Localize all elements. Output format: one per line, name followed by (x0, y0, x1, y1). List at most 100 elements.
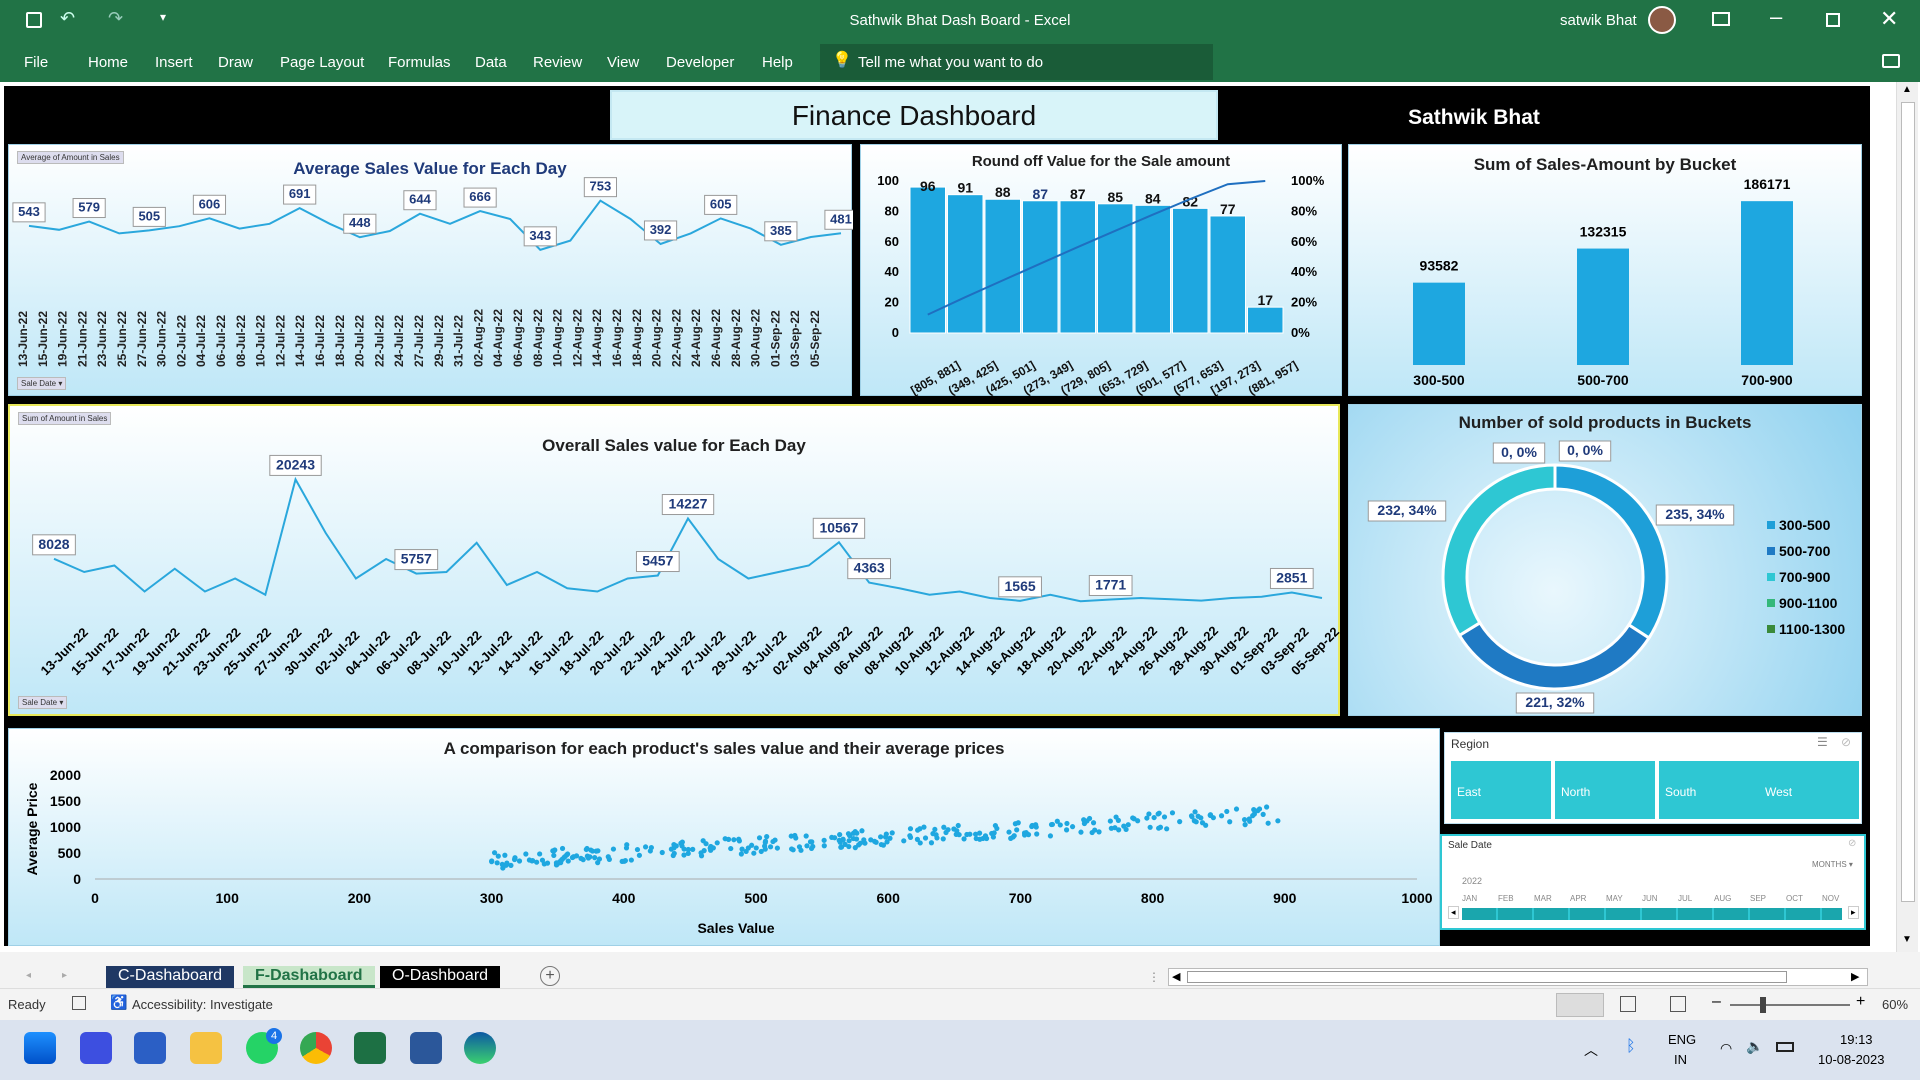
user-name[interactable]: satwik Bhat (1560, 12, 1637, 29)
clear-filter-icon[interactable]: ⊘ (1848, 838, 1856, 849)
tab-data[interactable]: Data (475, 54, 507, 71)
macro-record-icon[interactable] (72, 996, 86, 1010)
wifi-icon[interactable]: ◠ (1720, 1040, 1732, 1057)
scatter-chart[interactable]: A comparison for each product's sales va… (8, 728, 1440, 946)
timeline-month[interactable]: SEP (1750, 894, 1766, 903)
tab-developer[interactable]: Developer (666, 54, 734, 71)
edge-icon[interactable] (464, 1032, 496, 1064)
tab-view[interactable]: View (607, 54, 639, 71)
timeline-month[interactable]: NOV (1822, 894, 1839, 903)
volume-icon[interactable]: 🔈 (1746, 1038, 1763, 1055)
zoom-in-icon[interactable]: + (1856, 993, 1865, 1011)
page-break-view-icon[interactable] (1670, 996, 1686, 1012)
minimize-icon[interactable]: – (1770, 4, 1782, 30)
tab-review[interactable]: Review (533, 54, 582, 71)
horizontal-scrollbar[interactable]: ◀ ▶ (1168, 968, 1868, 986)
file-explorer-icon[interactable] (190, 1032, 222, 1064)
tab-draw[interactable]: Draw (218, 54, 253, 71)
store-icon[interactable] (134, 1032, 166, 1064)
vertical-scrollbar[interactable]: ▲ ▼ (1896, 82, 1918, 952)
scroll-right-icon[interactable]: ▸ (1848, 906, 1859, 919)
avatar[interactable] (1648, 6, 1676, 34)
slicer-item-south[interactable]: South (1659, 761, 1759, 819)
scatter-point (753, 845, 759, 851)
scroll-right-icon[interactable]: ▶ (1851, 970, 1859, 983)
date-timeline[interactable]: Sale Date ⊘ MONTHS ▾ 2022 JAN FEB MAR APR MA… (1440, 834, 1866, 930)
scroll-thumb[interactable] (1901, 102, 1915, 902)
timeline-level[interactable]: MONTHS ▾ (1812, 860, 1853, 869)
chevron-up-icon[interactable]: ︿ (1584, 1040, 1598, 1060)
timeline-month[interactable]: JUL (1678, 894, 1692, 903)
tab-help[interactable]: Help (762, 54, 793, 71)
tab-split-handle[interactable]: ⋮ (1148, 970, 1160, 984)
data-label: 88 (995, 184, 1011, 200)
comments-icon[interactable] (1882, 54, 1900, 68)
accessibility-status[interactable]: Accessibility: Investigate (132, 997, 273, 1012)
axis-field-button[interactable]: Sale Date ▾ (18, 696, 68, 709)
scroll-thumb[interactable] (1187, 971, 1787, 983)
timeline-month[interactable]: AUG (1714, 894, 1731, 903)
prev-sheet-icon[interactable]: ◂ (26, 970, 31, 981)
avg-line-plot: 543 579 505 606 691 448 644 666 343 753 392 605 385 4… (12, 177, 853, 367)
close-icon[interactable]: ✕ (1880, 6, 1898, 32)
scroll-up-icon[interactable]: ▲ (1902, 84, 1912, 95)
bluetooth-icon[interactable]: ᛒ (1626, 1038, 1636, 1056)
zoom-out-icon[interactable]: – (1712, 993, 1721, 1011)
maximize-icon[interactable] (1826, 13, 1840, 27)
axis-field-button[interactable]: Sale Date ▾ (17, 377, 67, 390)
zoom-level[interactable]: 60% (1882, 997, 1908, 1012)
chrome-icon[interactable] (300, 1032, 332, 1064)
tab-insert[interactable]: Insert (155, 54, 193, 71)
excel-icon[interactable] (354, 1032, 386, 1064)
scatter-point (707, 845, 713, 851)
zoom-thumb[interactable] (1760, 997, 1766, 1013)
ribbon-display-icon[interactable] (1712, 12, 1730, 26)
scroll-down-icon[interactable]: ▼ (1902, 934, 1912, 945)
multi-select-icon[interactable]: ☰ (1817, 735, 1828, 749)
tick-label: 12-Jul-22 (273, 315, 287, 367)
slicer-item-west[interactable]: West (1759, 761, 1859, 819)
region-slicer[interactable]: Region ☰ ⊘ East North South West (1444, 732, 1862, 824)
avg-sales-chart[interactable]: Average of Amount in Sales Average Sales… (8, 144, 853, 396)
tab-page-layout[interactable]: Page Layout (280, 54, 364, 71)
donut-chart-panel[interactable]: Number of sold products in Buckets 235, … (1348, 404, 1862, 716)
clock-time[interactable]: 19:13 (1840, 1032, 1873, 1047)
add-sheet-icon[interactable]: + (540, 966, 560, 986)
slicer-item-north[interactable]: North (1555, 761, 1655, 819)
timeline-month[interactable]: APR (1570, 894, 1586, 903)
timeline-month[interactable]: MAY (1606, 894, 1623, 903)
normal-view-icon[interactable] (1556, 993, 1604, 1017)
sheet-tab-c-dashaboard[interactable]: C-Dashaboard (106, 966, 235, 988)
language-1[interactable]: ENG (1668, 1032, 1696, 1047)
timeline-month[interactable]: MAR (1534, 894, 1552, 903)
windows-start-icon[interactable] (24, 1032, 56, 1064)
bucket-sum-chart[interactable]: Sum of Sales-Amount by Bucket 93582 300-5… (1348, 144, 1862, 396)
page-layout-view-icon[interactable] (1620, 996, 1636, 1012)
timeline-month[interactable]: FEB (1498, 894, 1514, 903)
scatter-point (1090, 820, 1097, 826)
slicer-item-east[interactable]: East (1451, 761, 1551, 819)
timeline-month[interactable]: JAN (1462, 894, 1477, 903)
overall-sales-chart[interactable]: Sum of Amount in Sales Overall Sales val… (8, 404, 1342, 716)
timeline-month[interactable]: JUN (1642, 894, 1658, 903)
clock-date[interactable]: 10-08-2023 (1818, 1052, 1885, 1067)
timeline-month[interactable]: OCT (1786, 894, 1803, 903)
tab-file[interactable]: File (24, 54, 48, 71)
timeline-bar[interactable] (1462, 908, 1842, 920)
sheet-tab-f-dashaboard[interactable]: F-Dashaboard (243, 966, 375, 988)
zoom-slider[interactable] (1730, 1004, 1850, 1006)
word-icon[interactable] (410, 1032, 442, 1064)
next-sheet-icon[interactable]: ▸ (62, 970, 67, 981)
tab-home[interactable]: Home (88, 54, 128, 71)
battery-icon[interactable] (1776, 1042, 1794, 1052)
tell-me-box[interactable]: 💡 Tell me what you want to do (820, 44, 1213, 80)
worksheet[interactable]: Finance Dashboard Sathwik Bhat Average o… (0, 82, 1920, 952)
app-icon-1[interactable] (80, 1032, 112, 1064)
scroll-left-icon[interactable]: ◀ (1172, 970, 1180, 983)
scroll-left-icon[interactable]: ◂ (1448, 906, 1459, 919)
language-2[interactable]: IN (1674, 1052, 1687, 1067)
tab-formulas[interactable]: Formulas (388, 54, 451, 71)
sheet-tab-o-dashaboard[interactable]: O-Dashboard (380, 966, 501, 988)
clear-filter-icon[interactable]: ⊘ (1841, 735, 1851, 749)
round-off-chart[interactable]: Round off Value for the Sale amount 0 20 4… (860, 144, 1342, 397)
